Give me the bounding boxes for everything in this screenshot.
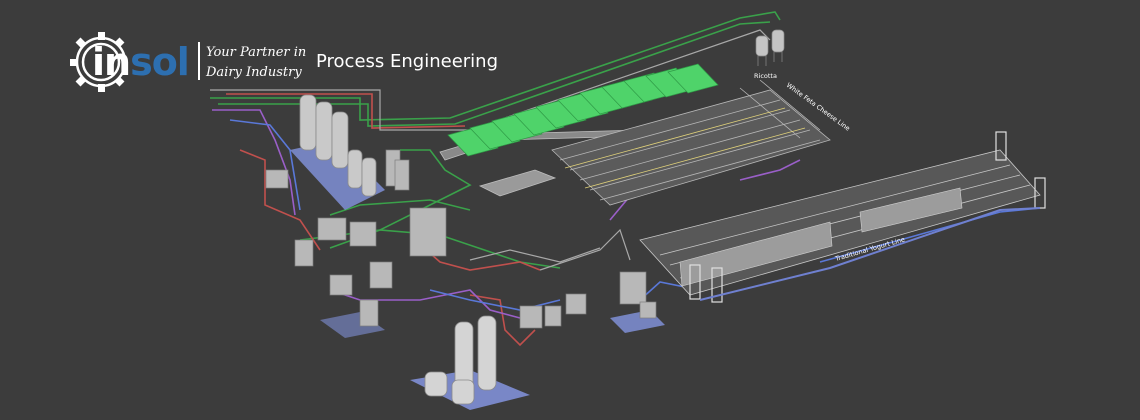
tagline-line-2: Dairy Industry <box>206 65 302 80</box>
brand-prefix: in <box>92 40 131 84</box>
brand-suffix: sol <box>130 40 190 84</box>
storage-silos <box>755 29 785 66</box>
storage-label: Ricotta <box>754 72 777 80</box>
banner: Ricotta White Feta Cheese Line Tradition… <box>0 0 1140 420</box>
tagline-line-1: Your Partner in <box>206 45 307 60</box>
tagline: Your Partner in Dairy Industry <box>206 43 306 83</box>
logo-divider <box>198 42 200 80</box>
brand-wordmark: insol <box>92 40 190 84</box>
page-title: Process Engineering <box>316 51 499 72</box>
